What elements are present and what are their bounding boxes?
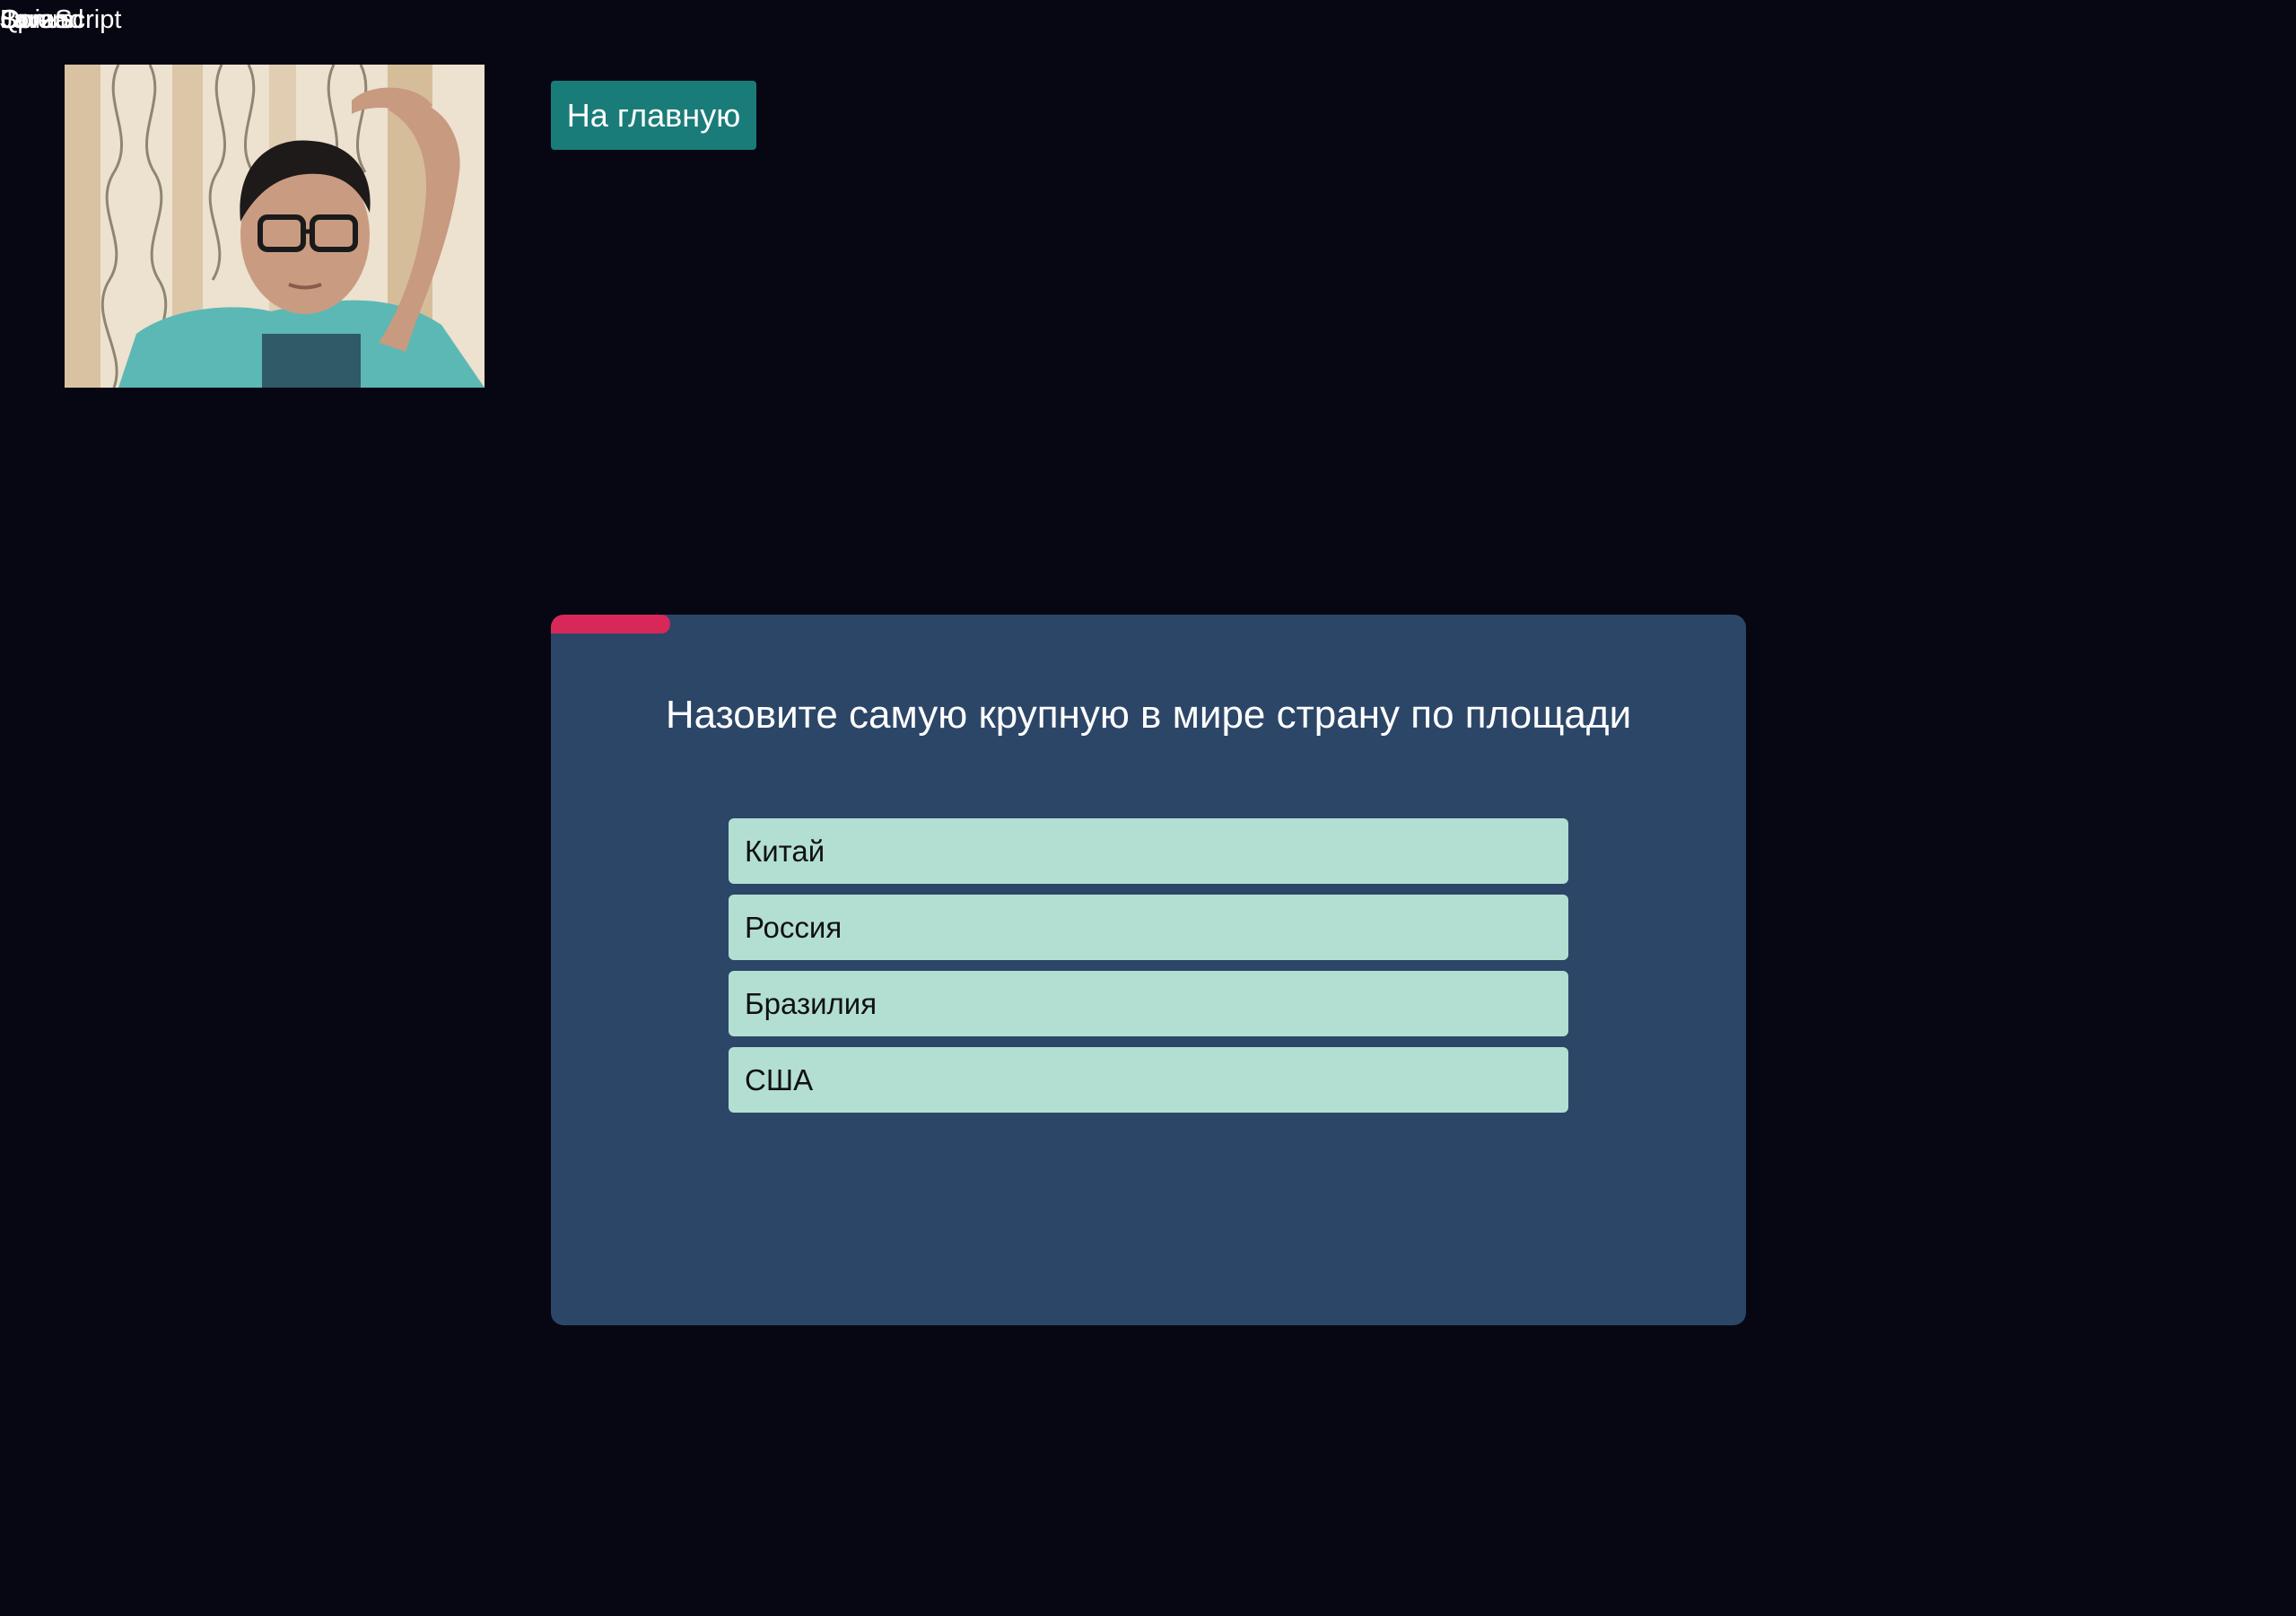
question-text: Назовите самую крупную в мире страну по … <box>665 693 1632 737</box>
answer-option[interactable]: Китай <box>729 818 1568 884</box>
timer-bar <box>551 615 671 633</box>
debug-label: Quiz <box>0 5 54 34</box>
answer-option[interactable]: Россия <box>729 895 1568 960</box>
quiz-page: JavaScript Spread Lorem Bonus Quiz На гл… <box>0 0 2296 1616</box>
webcam-video <box>65 65 485 388</box>
debug-labels-overlap: JavaScript Spread Lorem Bonus Quiz <box>0 4 179 39</box>
answer-option[interactable]: США <box>729 1047 1568 1113</box>
answer-list: Китай Россия Бразилия США <box>729 818 1568 1123</box>
quiz-card: Назовите самую крупную в мире страну по … <box>551 615 1746 1325</box>
answer-option[interactable]: Бразилия <box>729 971 1568 1036</box>
webcam-feed-icon <box>65 65 485 388</box>
home-button[interactable]: На главную <box>551 81 756 150</box>
